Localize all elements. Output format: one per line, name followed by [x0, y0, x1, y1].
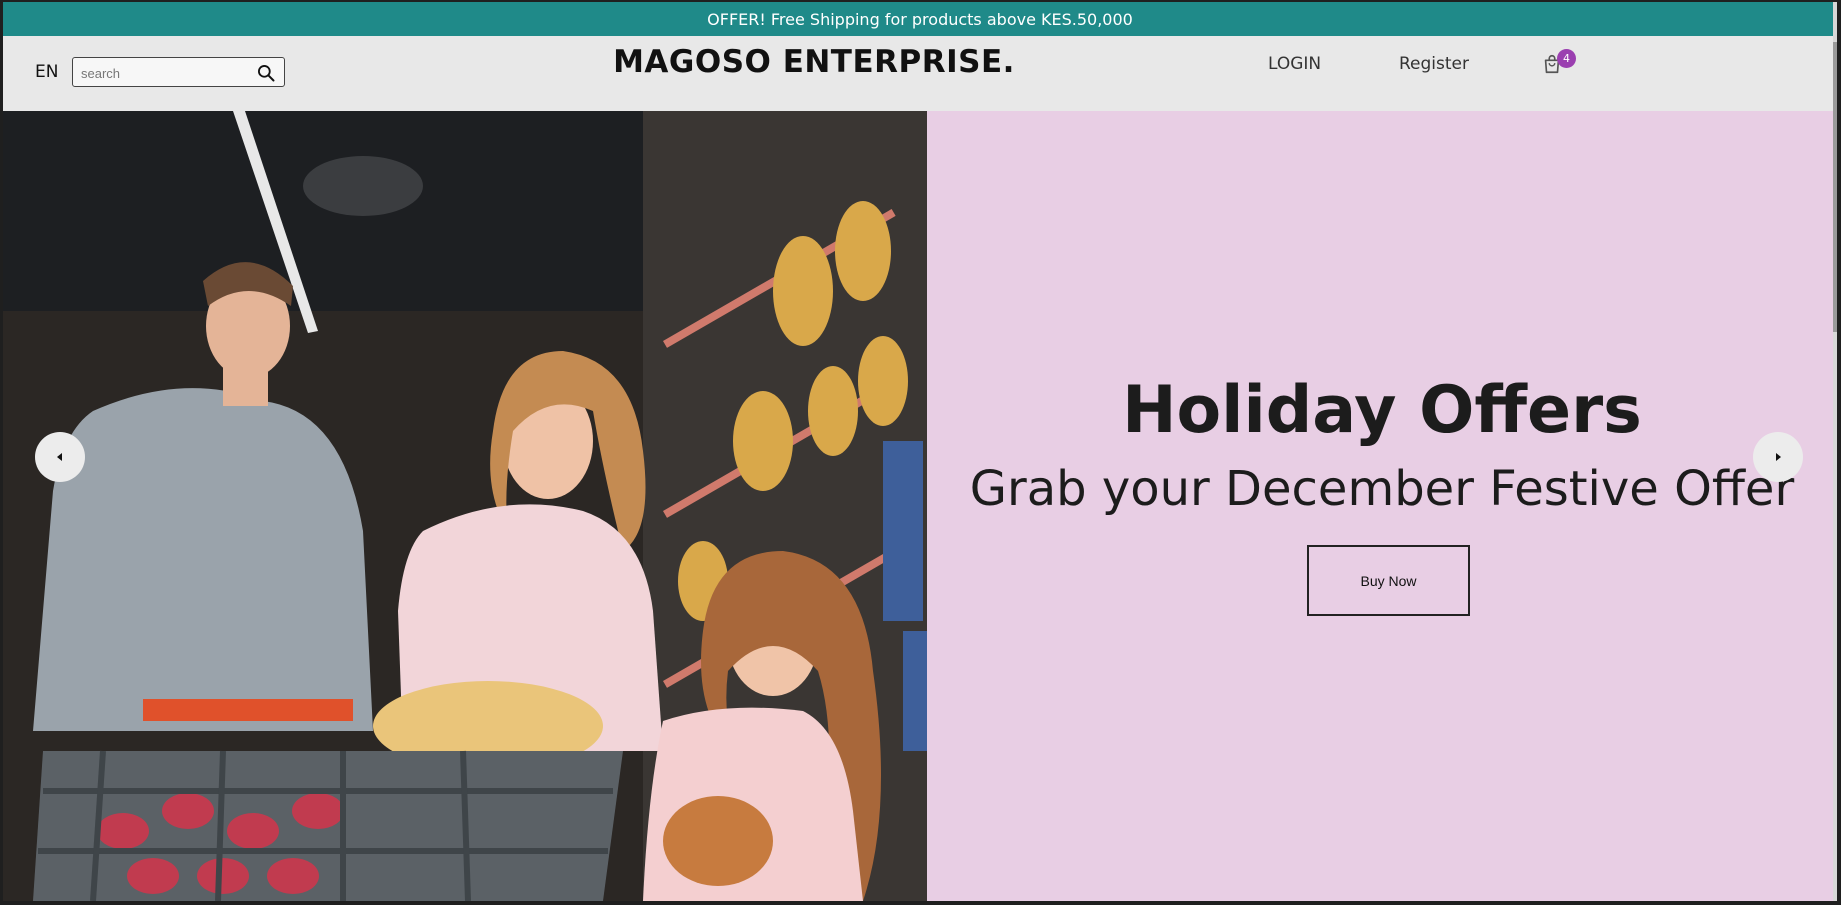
cart-count-badge: 4 — [1557, 49, 1576, 68]
hero-slider: Holiday Offers Grab your December Festiv… — [3, 111, 1837, 901]
page: OFFER! Free Shipping for products above … — [3, 2, 1837, 901]
slider-prev-button[interactable] — [35, 432, 85, 482]
hero-image — [3, 111, 927, 901]
buy-now-button[interactable]: Buy Now — [1307, 545, 1470, 616]
hero-subtitle: Grab your December Festive Offer — [969, 461, 1795, 517]
announcement-bar: OFFER! Free Shipping for products above … — [3, 2, 1837, 36]
brand-logo-text: MAGOSO ENTERPRISE. — [613, 44, 1015, 80]
login-link[interactable]: LOGIN — [1268, 54, 1321, 74]
brand-logo[interactable]: MAGOSO ENTERPRISE. — [3, 44, 1625, 80]
hero-text-panel: Holiday Offers Grab your December Festiv… — [927, 111, 1837, 901]
register-link[interactable]: Register — [1399, 54, 1469, 74]
scrollbar-thumb[interactable] — [1833, 42, 1837, 332]
page-scrollbar[interactable] — [1833, 2, 1837, 901]
cart-button[interactable]: 4 — [1541, 49, 1576, 79]
chevron-left-icon — [57, 453, 62, 461]
hero-title: Holiday Offers — [1122, 373, 1642, 448]
hero-photo-illustration — [3, 111, 927, 901]
navbar: EN MAGOSO ENTERPRISE. LOGIN Register 4 — [3, 36, 1837, 111]
slider-next-button[interactable] — [1753, 432, 1803, 482]
chevron-right-icon — [1776, 453, 1781, 461]
announcement-text: OFFER! Free Shipping for products above … — [707, 9, 1133, 29]
